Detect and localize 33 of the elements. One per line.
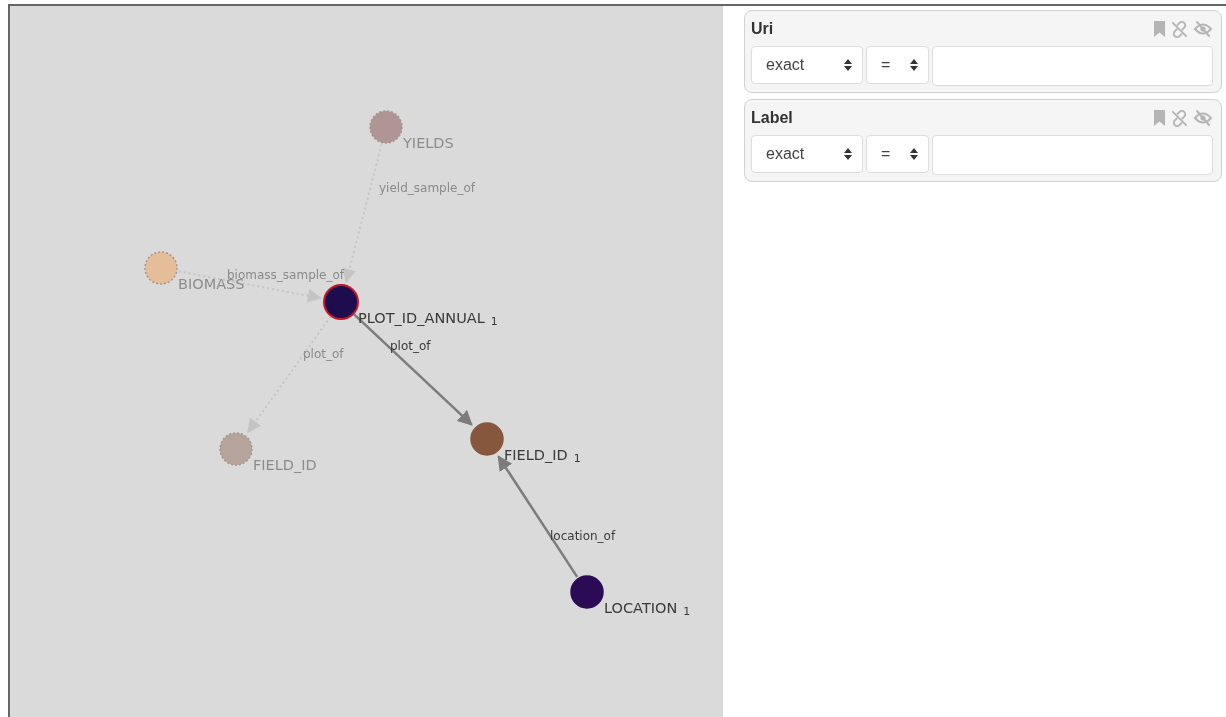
unlink-icon[interactable] xyxy=(1170,108,1189,128)
bookmark-icon[interactable] xyxy=(1153,110,1166,126)
match-select[interactable]: exact xyxy=(751,135,863,173)
bookmark-icon[interactable] xyxy=(1153,21,1166,37)
filter-title: Uri xyxy=(751,20,774,38)
node-label: PLOT_ID_ANNUAL $_{1}$ xyxy=(358,310,498,328)
value-input[interactable] xyxy=(932,46,1213,86)
operator-select[interactable]: = xyxy=(866,135,929,173)
graph-node[interactable] xyxy=(219,432,253,466)
graph-node[interactable] xyxy=(570,575,604,609)
graph-node[interactable] xyxy=(144,251,178,285)
edge-label: plot_of xyxy=(303,347,344,361)
unlink-icon[interactable] xyxy=(1170,19,1189,39)
node-label: LOCATION $_{1}$ xyxy=(604,600,691,618)
sort-caret-icon xyxy=(910,59,918,71)
sort-caret-icon xyxy=(844,148,852,160)
node-label: YIELDS xyxy=(403,135,454,151)
operator-select[interactable]: = xyxy=(866,46,929,84)
graph-node[interactable] xyxy=(323,284,359,320)
graph-node[interactable] xyxy=(470,422,504,456)
filter-title: Label xyxy=(751,109,793,127)
sort-caret-icon xyxy=(844,59,852,71)
match-select[interactable]: exact xyxy=(751,46,863,84)
node-label: FIELD_ID $_{1}$ xyxy=(504,447,581,465)
eye-slash-icon[interactable] xyxy=(1193,109,1213,127)
node-label: FIELD_ID xyxy=(253,457,317,473)
edge-label: location_of xyxy=(550,529,616,543)
edge-label: yield_sample_of xyxy=(379,181,475,195)
eye-slash-icon[interactable] xyxy=(1193,20,1213,38)
sort-caret-icon xyxy=(910,148,918,160)
graph-node[interactable] xyxy=(369,110,403,144)
value-input[interactable] xyxy=(932,135,1213,175)
edge-label: plot_of xyxy=(390,339,431,353)
